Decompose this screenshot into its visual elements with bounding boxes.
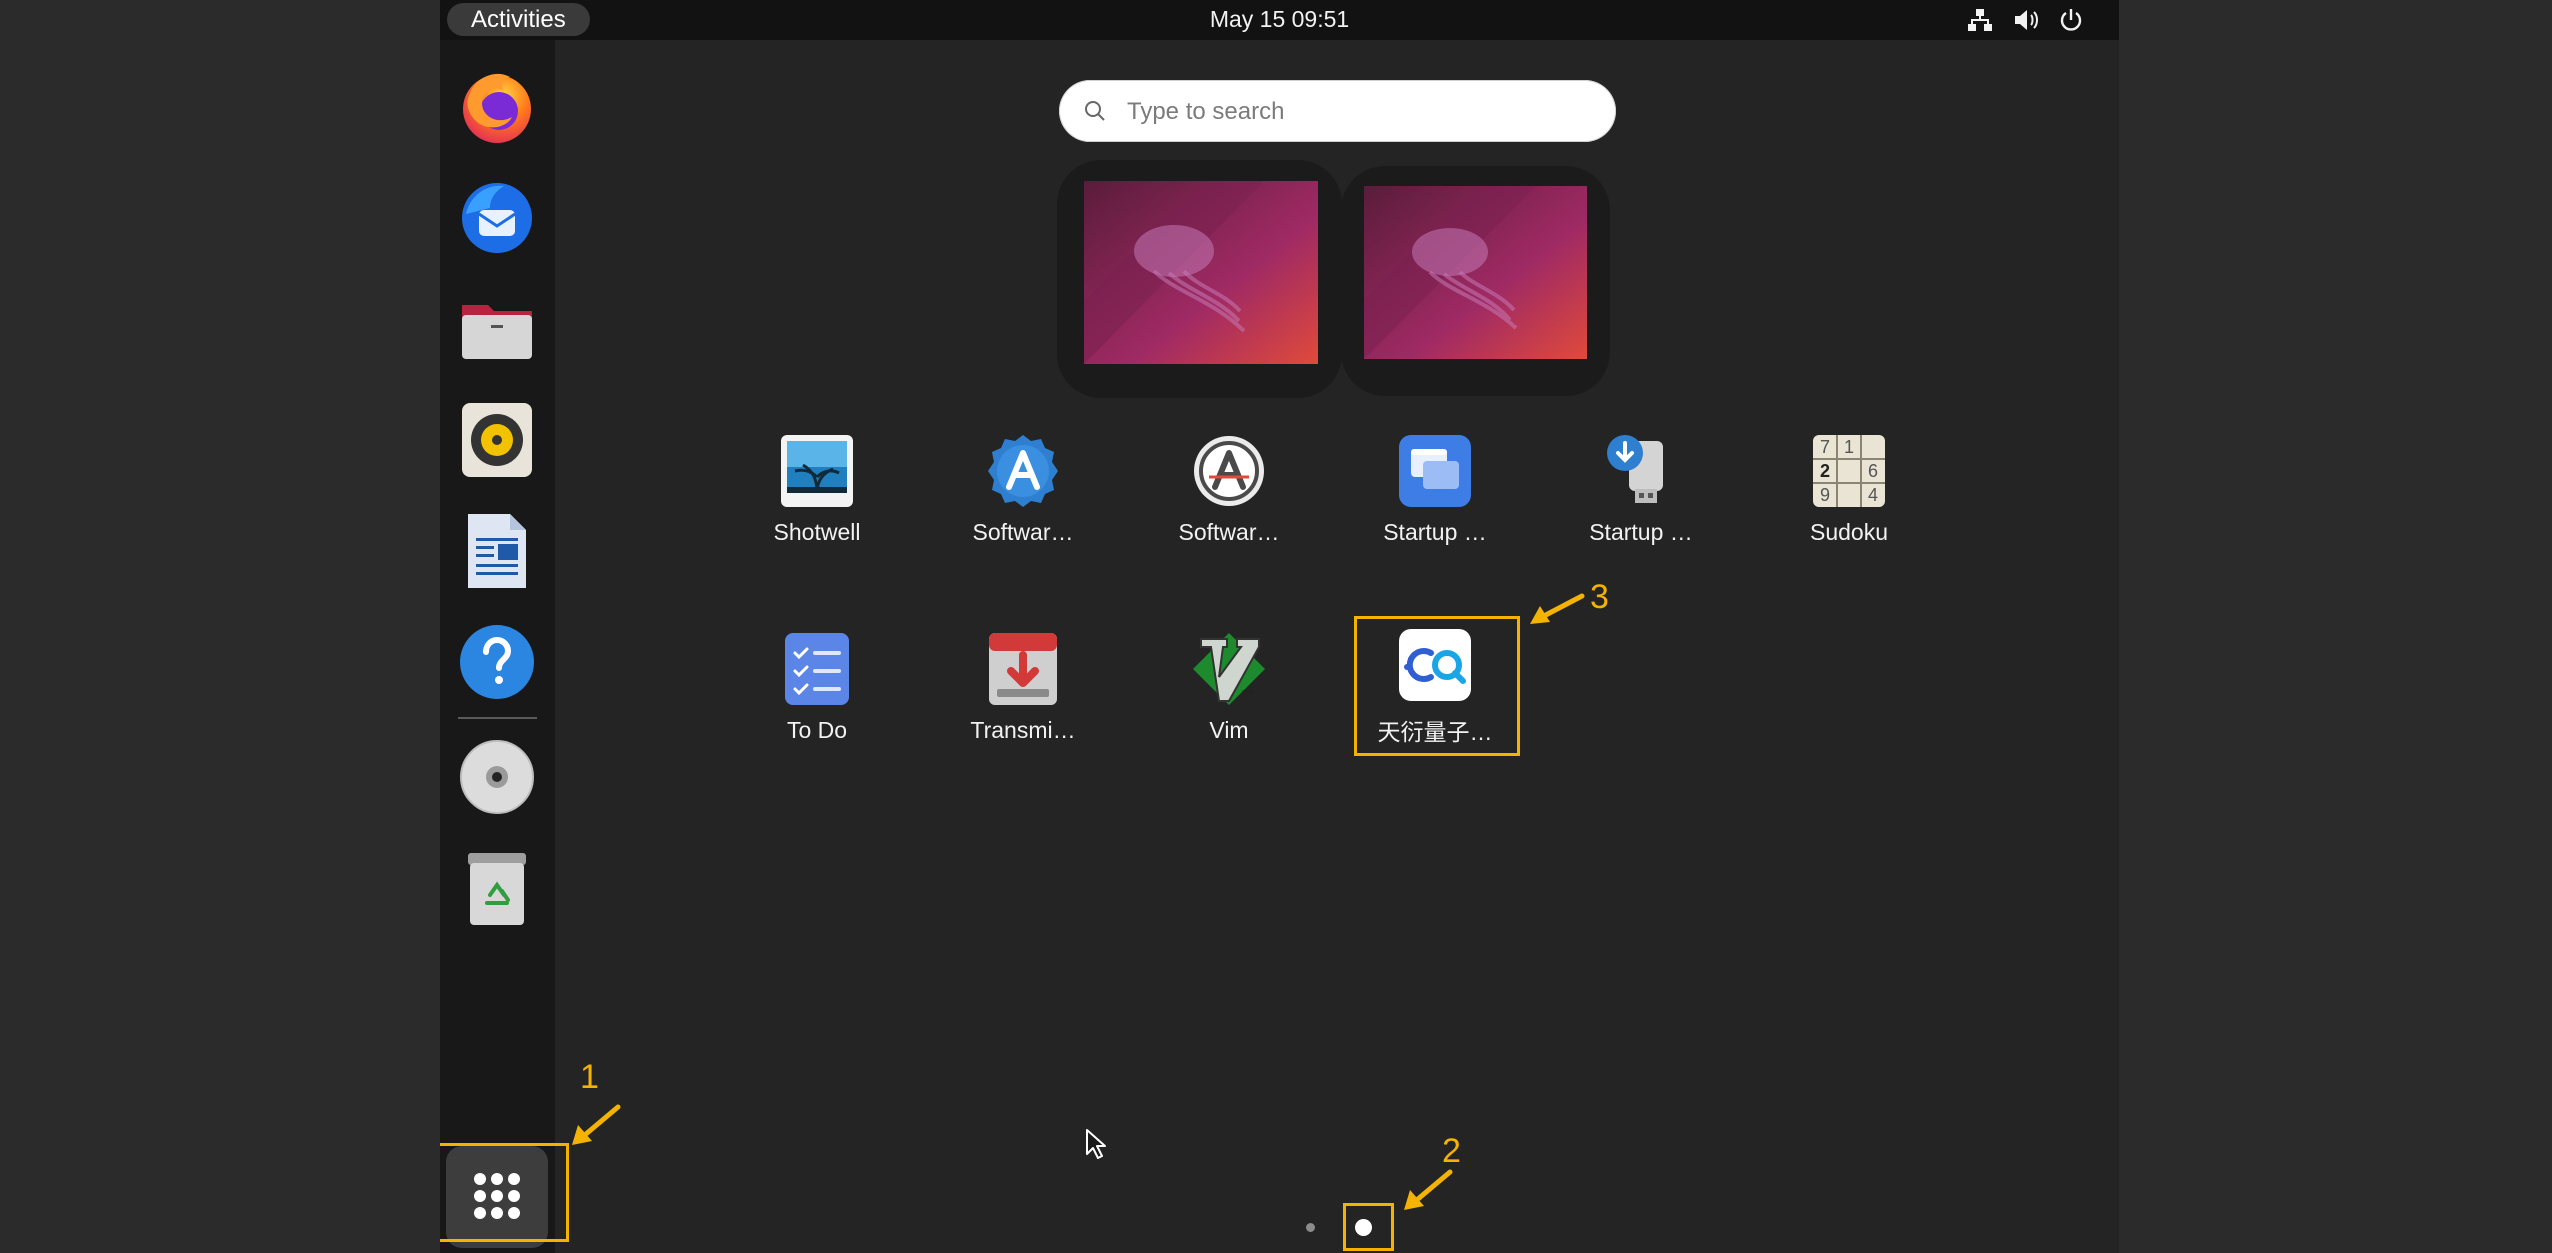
highlight-page-indicator: [1343, 1203, 1394, 1251]
help-icon: [460, 625, 534, 699]
app-label: Startup …: [1383, 519, 1487, 545]
app-label: Softwar…: [1178, 519, 1280, 545]
app-startup-applications[interactable]: Startup …: [1350, 433, 1520, 563]
desktop-screen: Activities May 15 09:51 Type to search S…: [440, 0, 2119, 1253]
wallpaper-thumbnail: [1364, 186, 1587, 359]
annotation-number-2: 2: [1442, 1132, 1461, 1170]
clock: May 15 09:51: [440, 0, 2119, 40]
software-icon: [988, 435, 1058, 507]
power-icon[interactable]: [2056, 5, 2086, 35]
sudoku-digit: 7: [1820, 437, 1830, 457]
activities-button[interactable]: Activities: [447, 3, 590, 36]
app-sudoku[interactable]: 7 1 2 6 9 4 Sudoku: [1764, 433, 1934, 563]
top-bar: Activities May 15 09:51: [440, 0, 2119, 40]
thunderbird-icon: [462, 183, 532, 253]
dock-separator: [458, 717, 537, 719]
annotation-arrow-icon: [572, 1104, 621, 1145]
dock-files[interactable]: [454, 285, 540, 371]
startup-applications-icon: [1399, 435, 1471, 507]
workspace-thumbnail-2[interactable]: [1341, 166, 1610, 396]
sudoku-digit: 4: [1868, 485, 1878, 505]
app-label: Sudoku: [1809, 519, 1888, 545]
dock-writer[interactable]: [454, 508, 540, 594]
app-software-updater[interactable]: Softwar…: [1144, 433, 1314, 563]
startup-disk-creator-icon: [1607, 435, 1663, 503]
rhythmbox-icon: [462, 403, 532, 477]
transmission-icon: [989, 633, 1057, 705]
annotation-arrow-icon: [1530, 593, 1585, 624]
dock-disc[interactable]: [454, 734, 540, 820]
mouse-cursor-icon: [1086, 1129, 1106, 1159]
software-updater-icon: [1194, 436, 1264, 506]
network-icon[interactable]: [1965, 5, 1995, 35]
sudoku-digit: 9: [1820, 485, 1830, 505]
svg-text:m: m: [1241, 683, 1254, 703]
app-label: Startup …: [1589, 519, 1693, 545]
search-input[interactable]: [1125, 80, 1599, 144]
sudoku-digit: 6: [1868, 461, 1878, 481]
dock-trash[interactable]: [454, 845, 540, 931]
shotwell-icon: [781, 435, 853, 507]
volume-icon[interactable]: [2011, 5, 2041, 35]
app-label: Softwar…: [972, 519, 1074, 545]
search-bar[interactable]: [1059, 80, 1616, 144]
app-vim[interactable]: m Vim: [1144, 631, 1314, 761]
app-startup-disk-creator[interactable]: Startup …: [1556, 433, 1726, 563]
sudoku-icon: 7 1 2 6 9 4: [1813, 435, 1885, 507]
files-icon: [462, 305, 532, 359]
todo-icon: [785, 633, 849, 705]
highlight-show-apps: [440, 1143, 569, 1242]
dock-help[interactable]: [454, 619, 540, 705]
dock-thunderbird[interactable]: [454, 174, 540, 260]
workspace-thumbnail-1[interactable]: [1057, 160, 1342, 398]
annotation-number-3: 3: [1590, 578, 1609, 616]
app-todo[interactable]: To Do: [732, 631, 902, 761]
disc-icon: [460, 740, 534, 814]
page-indicator-1[interactable]: [1306, 1223, 1315, 1232]
datetime-label[interactable]: May 15 09:51: [1210, 6, 1349, 32]
annotation-arrow-icon: [1404, 1169, 1453, 1210]
sudoku-digit: 2: [1820, 461, 1830, 481]
app-label: Transmi…: [970, 717, 1076, 743]
annotation-number-1: 1: [580, 1058, 599, 1096]
vim-icon: m: [1193, 633, 1265, 705]
app-shotwell[interactable]: Shotwell: [732, 433, 902, 563]
app-software[interactable]: Softwar…: [938, 433, 1108, 563]
sudoku-digit: 1: [1844, 437, 1854, 457]
app-transmission[interactable]: Transmi…: [938, 631, 1108, 761]
dock: [440, 40, 555, 1253]
highlight-tianyan-app: [1354, 616, 1520, 756]
app-label: To Do: [786, 717, 848, 743]
firefox-icon: [463, 73, 531, 143]
wallpaper-thumbnail: [1084, 181, 1318, 364]
dock-firefox[interactable]: [454, 63, 540, 149]
app-label: Vim: [1209, 717, 1249, 743]
dock-rhythmbox[interactable]: [454, 397, 540, 483]
writer-icon: [468, 514, 526, 588]
trash-icon: [468, 853, 526, 925]
search-icon: [1085, 101, 1105, 121]
app-label: Shotwell: [773, 519, 861, 545]
